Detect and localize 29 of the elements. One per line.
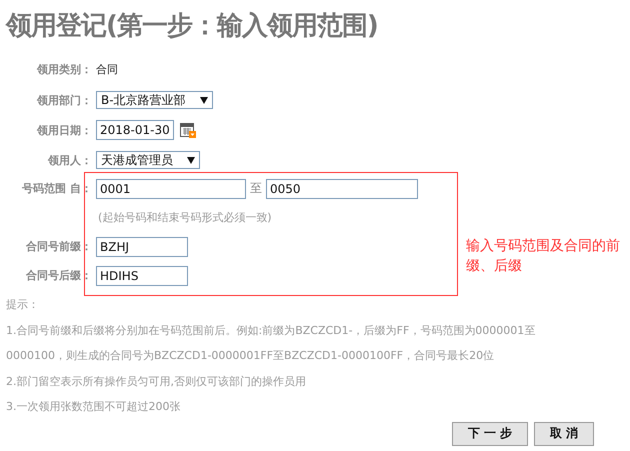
field-label: 号码范围 自： bbox=[21, 181, 92, 196]
text-field[interactable]: BZHJ bbox=[96, 236, 188, 256]
dropdown[interactable]: B-北京路营业部 bbox=[96, 91, 213, 109]
tip-text: 3.一次领用张数范围不可超过200张 bbox=[6, 399, 182, 415]
field-label: 合同号前缀： bbox=[24, 239, 92, 254]
cancel-button[interactable]: 取 消 bbox=[534, 422, 594, 446]
tip-text: 提示： bbox=[6, 297, 40, 313]
dropdown[interactable]: 天港成管理员 bbox=[96, 151, 200, 169]
next-button[interactable]: 下 一 步 bbox=[452, 422, 528, 446]
field-label: 领用类别： bbox=[36, 62, 92, 77]
field-label: 领用人： bbox=[46, 152, 92, 168]
calendar-icon[interactable] bbox=[180, 122, 196, 138]
caret-icon bbox=[200, 96, 208, 104]
caret-icon bbox=[187, 156, 195, 164]
field-label: 领用日期： bbox=[36, 122, 92, 138]
hint-text: (起始号码和结束号码形式必须一致) bbox=[98, 210, 272, 224]
range-separator: 至 bbox=[250, 180, 262, 197]
tip-text: 0000100，则生成的合同号为BZCZCD1-0000001FF至BZCZCD1-0000100FF，合同号最长20位 bbox=[6, 348, 496, 364]
date-field[interactable]: 2018-01-30 bbox=[96, 120, 174, 140]
text-field[interactable]: HDIHS bbox=[96, 266, 188, 286]
field-label: 领用部门： bbox=[36, 92, 92, 108]
annotation-text: 输入号码范围及合同的前缀、后缀 bbox=[466, 237, 621, 276]
range-from-field[interactable]: 0001 bbox=[96, 178, 246, 198]
tip-text: 1.合同号前缀和后缀将分别加在号码范围前后。例如:前缀为BZCZCD1-，后缀为FF，号码范围为0000001至 bbox=[6, 322, 536, 338]
page-title: 领用登记(第一步：输入领用范围) bbox=[6, 10, 379, 43]
tip-text: 2.部门留空表示所有操作员匀可用,否则仅可该部门的操作员用 bbox=[6, 374, 307, 390]
field-value: 合同 bbox=[96, 62, 118, 77]
field-label: 合同号后缀： bbox=[24, 268, 92, 283]
range-to-field[interactable]: 0050 bbox=[266, 178, 418, 198]
